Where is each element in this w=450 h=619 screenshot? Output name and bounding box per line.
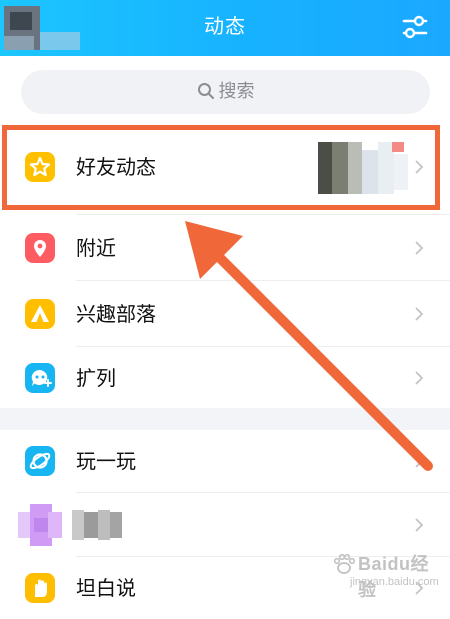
menu-item-expand-list[interactable]: 扩列 [0,347,450,409]
paw-logo-icon [333,553,356,574]
chat-bubble-icon [25,363,55,393]
top-bar: 动态 [0,0,450,56]
blurred-app-icon [18,504,62,546]
menu-item-blurred[interactable] [0,494,450,556]
planet-icon [25,446,55,476]
menu-item-label: 玩一玩 [76,449,136,473]
blurred-label [72,510,122,540]
chevron-right-icon [415,307,424,321]
chevron-right-icon [415,518,424,532]
menu-item-label: 兴趣部落 [76,302,156,326]
divider [76,492,450,493]
menu-item-label: 坦白说 [76,576,136,600]
highlight-box [2,125,440,210]
sliders-icon[interactable] [398,12,432,42]
chevron-right-icon [415,454,424,468]
search-input[interactable]: 搜索 [21,70,430,114]
section-separator [0,408,450,430]
menu-item-label: 附近 [76,236,116,260]
watermark-subtext: jingyan.baidu.com [350,576,439,588]
hand-icon [25,573,55,603]
tent-icon [25,299,55,329]
search-icon [197,82,215,107]
baidu-watermark: Baidu经验 jingyan.baidu.com [332,548,444,600]
divider [76,280,450,281]
menu-item-label: 扩列 [76,366,116,390]
page-title: 动态 [204,14,246,38]
chevron-right-icon [415,241,424,255]
menu-item-play[interactable]: 玩一玩 [0,430,450,492]
menu-item-interest-tribe[interactable]: 兴趣部落 [0,283,450,345]
search-area: 搜索 [0,56,450,122]
chevron-right-icon [415,371,424,385]
menu-item-nearby[interactable]: 附近 [0,217,450,279]
divider [76,214,450,215]
search-placeholder: 搜索 [218,81,255,102]
location-pin-icon [25,233,55,263]
